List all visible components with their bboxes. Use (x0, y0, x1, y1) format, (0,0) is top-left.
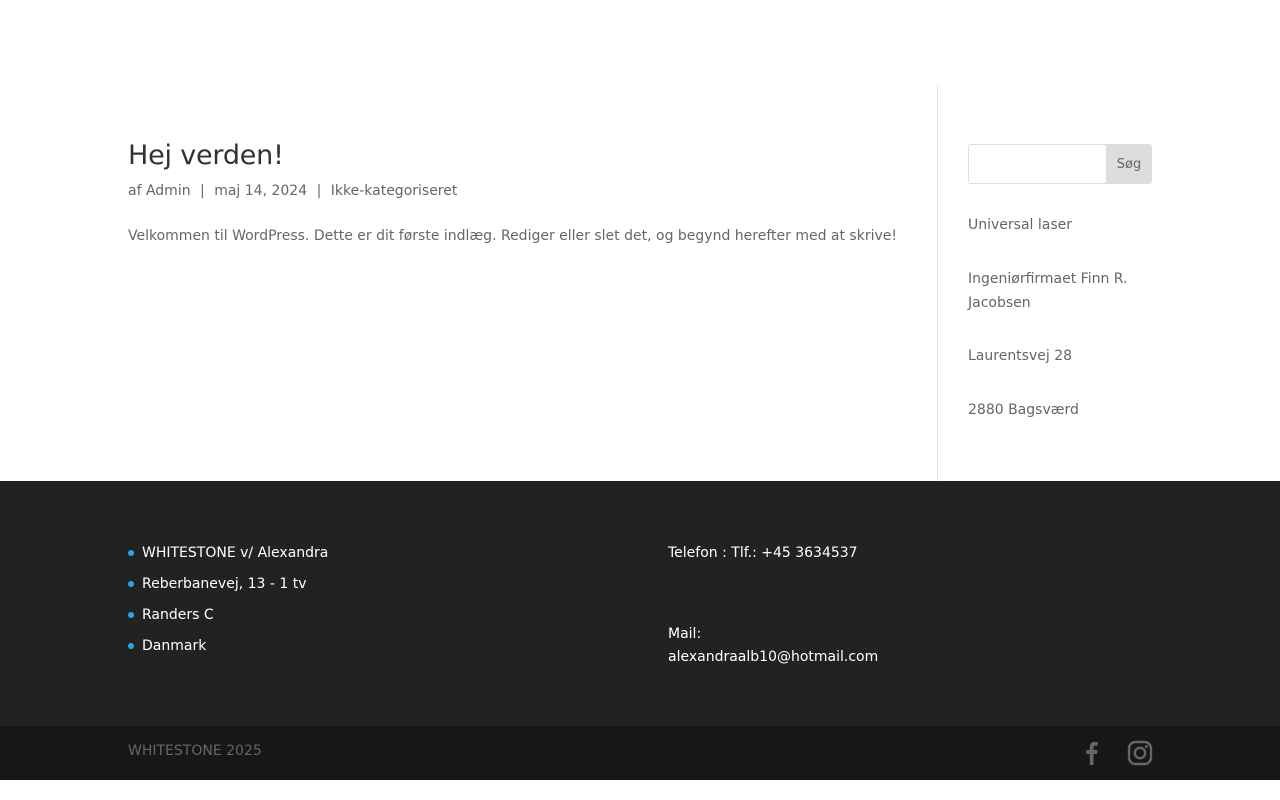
footer: WHITESTONE v/ Alexandra Reberbanevej, 13… (0, 481, 1280, 726)
meta-separator: | (316, 183, 322, 199)
post-meta-prefix: af (128, 183, 142, 199)
sidebar-divider (937, 85, 938, 481)
sidebar-line-company: Universal laser (968, 217, 1073, 233)
sidebar-line-street: Laurentsvej 28 (968, 348, 1073, 364)
footer-address-line: WHITESTONE v/ Alexandra (142, 545, 329, 561)
sidebar-line-firm: Ingeniørfirmaet Finn R. Jacobsen (968, 271, 1128, 311)
sidebar-search: Søg (968, 144, 1152, 184)
bullet-icon (128, 643, 134, 649)
bullet-icon (128, 550, 134, 556)
page-bottom-edge (0, 780, 1280, 800)
footer-phone: Telefon : Tlf.: +45 3634537 (668, 545, 858, 561)
footer-address-list: WHITESTONE v/ Alexandra Reberbanevej, 13… (128, 543, 328, 667)
list-item: Danmark (128, 636, 328, 667)
instagram-icon-glyph (1127, 740, 1153, 766)
list-item: WHITESTONE v/ Alexandra (128, 543, 328, 574)
post-category-link[interactable]: Ikke-kategoriseret (331, 183, 458, 199)
search-button[interactable]: Søg (1106, 144, 1152, 184)
facebook-icon-glyph (1086, 741, 1098, 765)
instagram-icon[interactable] (1127, 740, 1153, 766)
footer-mail-label: Mail: (668, 626, 702, 642)
post-body: Velkommen til WordPress. Dette er dit fø… (128, 228, 897, 244)
list-item: Reberbanevej, 13 - 1 tv (128, 574, 328, 605)
post-title[interactable]: Hej verden! (128, 140, 284, 171)
post-author-link[interactable]: Admin (146, 183, 191, 199)
footer-mail[interactable]: alexandraalb10@hotmail.com (668, 646, 878, 669)
main-content: Hej verden! af Admin | maj 14, 2024 | Ik… (0, 85, 1280, 481)
bullet-icon (128, 612, 134, 618)
list-item: Randers C (128, 605, 328, 636)
facebook-icon[interactable] (1079, 740, 1105, 766)
header (0, 0, 1280, 85)
footer-bottom-bar: WHITESTONE 2025 (0, 726, 1280, 780)
footer-address-line: Reberbanevej, 13 - 1 tv (142, 576, 307, 592)
post-meta: af Admin | maj 14, 2024 | Ikke-kategoris… (128, 183, 457, 199)
footer-address-line: Randers C (142, 607, 214, 623)
search-input[interactable] (968, 144, 1110, 184)
post-date: maj 14, 2024 (214, 183, 308, 199)
bullet-icon (128, 581, 134, 587)
footer-address-line: Danmark (142, 638, 207, 654)
copyright: WHITESTONE 2025 (128, 743, 262, 759)
sidebar-line-city: 2880 Bagsværd (968, 402, 1079, 418)
meta-separator: | (200, 183, 205, 199)
